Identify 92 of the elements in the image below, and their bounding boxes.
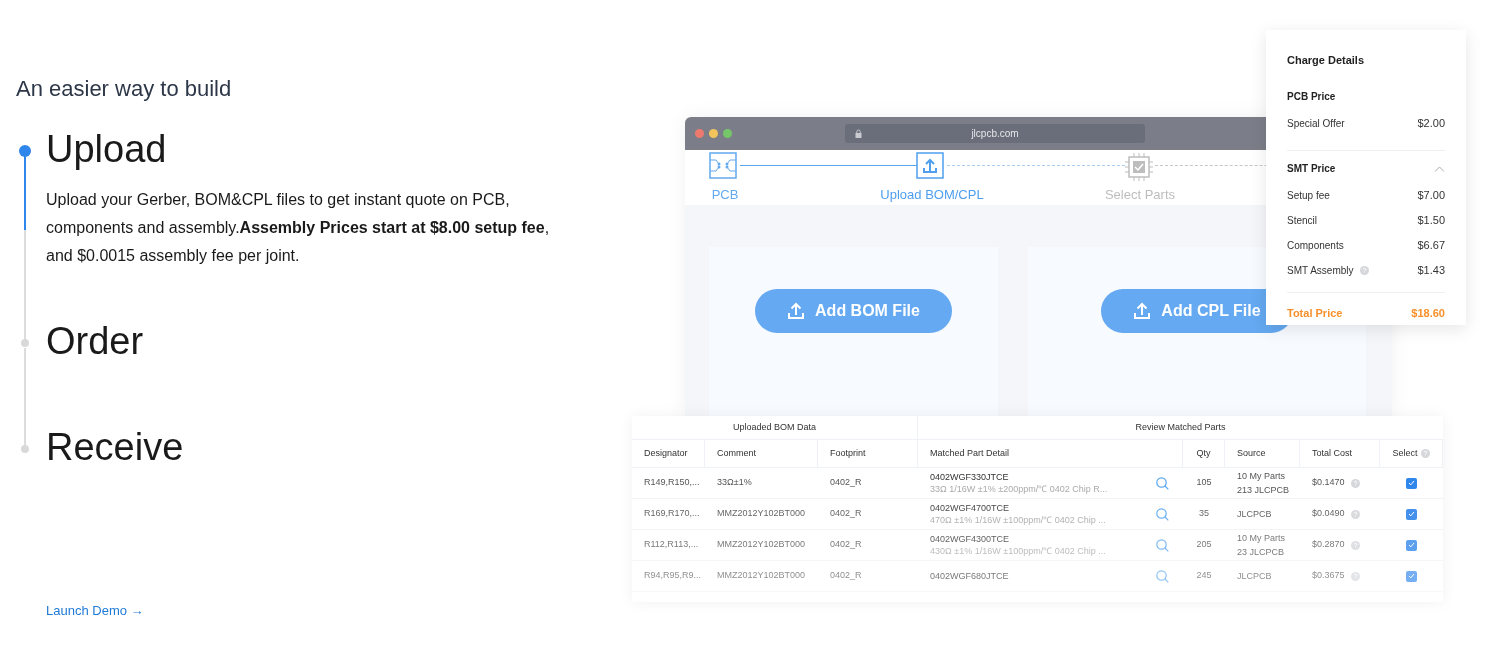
section-title: PCB Price (1287, 90, 1336, 104)
select-checkbox[interactable] (1406, 477, 1417, 489)
table-cell-text: JLCPCB (1237, 570, 1273, 583)
circuit-icon (709, 152, 737, 179)
column-header: Source (1237, 446, 1266, 460)
progress-step-label: Upload BOM/CPL (880, 186, 984, 204)
table-cell: MMZ2012Y102BT000 (717, 507, 806, 521)
column-header: Designator (644, 446, 688, 460)
table-cell: 0402_R (830, 476, 862, 490)
part-description: 430Ω ±1% 1/16W ±100ppm/℃ 0402 Chip ... (930, 545, 1106, 557)
section-title: SMT Price (1287, 162, 1336, 176)
charge-value: $2.00 (1417, 116, 1445, 131)
total-value: $18.60 (1411, 306, 1445, 321)
table-cell: 205 (1196, 538, 1212, 552)
charge-value: $1.43 (1417, 263, 1445, 278)
chevron-up-icon[interactable] (1434, 165, 1445, 172)
table-cell: $0.1470 (1312, 476, 1345, 490)
charge-label: SMT Assembly (1287, 264, 1354, 278)
search-icon[interactable] (1156, 477, 1169, 490)
upload-icon (787, 302, 806, 320)
column-header: Select (1392, 446, 1418, 460)
part-number: 0402WGF680JTCE (930, 570, 1009, 582)
table-cell: R94,R95,R9... (644, 569, 702, 583)
table-cell-text: 10 My Parts (1237, 470, 1286, 483)
table-cell-text: JLCPCB (1237, 508, 1273, 521)
table-cell: 245 (1196, 569, 1212, 583)
lock-icon (855, 129, 862, 138)
charge-value: $1.50 (1417, 213, 1445, 228)
progress-step-label: PCB (711, 186, 739, 204)
table-cell: 35 (1199, 507, 1209, 521)
table-cell: MMZ2012Y102BT000 (717, 538, 806, 552)
search-icon[interactable] (1156, 508, 1169, 521)
step-tab[interactable]: Upload (46, 126, 566, 172)
help-icon[interactable] (1350, 478, 1360, 488)
table-cell: R169,R170,... (644, 507, 700, 521)
table-cell: R149,R150,... (644, 476, 700, 490)
column-group-header: Uploaded BOM Data (632, 416, 918, 439)
checkmark-icon (1408, 573, 1415, 579)
panel-title: Charge Details (1287, 53, 1366, 68)
help-icon[interactable] (1420, 449, 1430, 458)
upload-icon (1133, 302, 1152, 320)
part-number: 0402WGF330JTCE (930, 471, 1009, 483)
step-tab[interactable]: Order (46, 318, 144, 364)
table-cell: 105 (1196, 476, 1212, 490)
column-header: Footprint (830, 446, 866, 460)
column-group-header: Review Matched Parts (1134, 420, 1227, 434)
checkmark-icon (1408, 480, 1415, 486)
launch-demo-link[interactable]: Launch Demo → (46, 601, 144, 621)
step-description: Upload your Gerber, BOM&CPL files to get instant quote on PCB, components and assembly.Assembly Prices start at $8.00 setup fee, and $0.0015 assembly fee per joint. (46, 190, 551, 266)
column-header: Qty (1196, 446, 1211, 460)
search-icon[interactable] (1156, 539, 1169, 552)
column-header: Total Cost (1312, 446, 1353, 460)
table-cell: R112,R113,... (644, 538, 699, 552)
charge-label: Components (1287, 239, 1344, 253)
table-cell: $0.0490 (1312, 507, 1345, 521)
table-cell: 0402_R (830, 538, 862, 552)
table-cell: $0.3675 (1312, 569, 1345, 583)
address-bar[interactable]: jlcpcb.com (845, 124, 1145, 143)
select-checkbox[interactable] (1406, 570, 1417, 582)
table-cell-text: 23 JLCPCB (1237, 546, 1286, 559)
column-header: Comment (717, 446, 756, 460)
table-cell-text: 10 My Parts (1237, 532, 1286, 545)
help-icon[interactable] (1359, 266, 1369, 275)
search-icon[interactable] (1156, 570, 1169, 583)
part-description: 33Ω 1/16W ±1% ±200ppm/℃ 0402 Chip R... (930, 483, 1108, 495)
url-text: jlcpcb.com (971, 127, 1019, 141)
charge-value: $6.67 (1417, 238, 1445, 253)
section-heading: An easier way to build (16, 75, 233, 103)
charge-label: Special Offer (1287, 117, 1345, 131)
table-cell: 0402_R (830, 507, 862, 521)
select-checkbox[interactable] (1406, 539, 1417, 551)
charge-value: $7.00 (1417, 188, 1445, 203)
charge-label: Setup fee (1287, 189, 1330, 203)
table-cell-text: 213 JLCPCB (1237, 484, 1291, 497)
charge-label: Stencil (1287, 214, 1317, 228)
part-description: 470Ω ±1% 1/16W ±100ppm/℃ 0402 Chip ... (930, 514, 1106, 526)
checkmark-icon (1408, 542, 1415, 548)
table-cell: 33Ω±1% (717, 476, 752, 490)
help-icon[interactable] (1350, 571, 1360, 581)
progress-step-label: Select Parts (1104, 186, 1176, 204)
table-cell: MMZ2012Y102BT000 (717, 569, 806, 583)
help-icon[interactable] (1350, 540, 1360, 550)
part-number: 0402WGF4300TCE (930, 533, 1010, 545)
checkmark-icon (1408, 511, 1415, 517)
column-header: Matched Part Detail (930, 446, 1010, 460)
step-tab[interactable]: Receive (46, 424, 184, 470)
table-cell: $0.2870 (1312, 538, 1345, 552)
help-icon[interactable] (1350, 509, 1360, 519)
add-file-button[interactable]: Add BOM File (755, 289, 952, 333)
select-checkbox[interactable] (1406, 508, 1417, 520)
part-number: 0402WGF4700TCE (930, 502, 1010, 514)
table-cell: 0402_R (830, 569, 862, 583)
